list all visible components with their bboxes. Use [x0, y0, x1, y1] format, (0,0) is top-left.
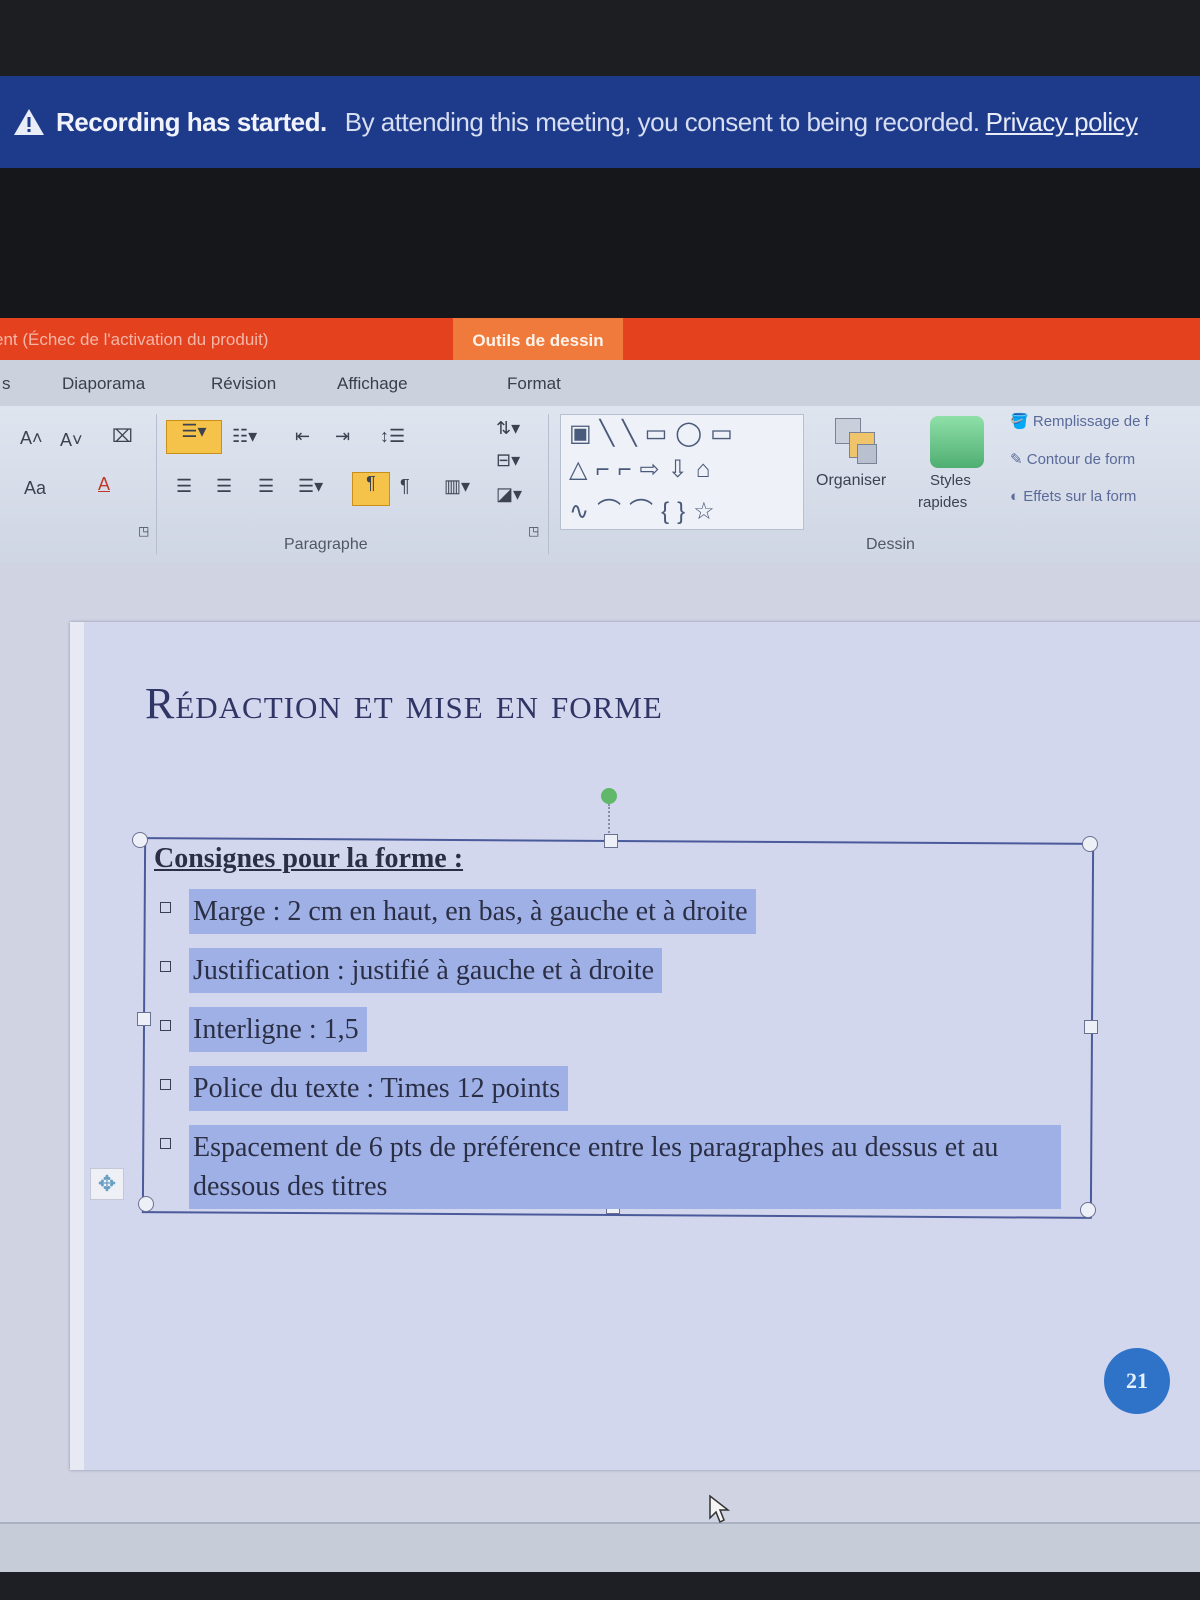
privacy-policy-link[interactable]: Privacy policy — [986, 107, 1138, 138]
align-left-icon[interactable]: ☰ — [176, 476, 192, 497]
shapes-row-arrows-icon[interactable]: △⌐⌐⇨⇩⌂ — [569, 455, 718, 484]
organiser-button[interactable]: Organiser — [816, 472, 886, 490]
notes-splitter[interactable] — [0, 1522, 1200, 1574]
columns-icon[interactable]: ▥▾ — [444, 476, 470, 497]
resize-handle-right[interactable] — [1084, 1020, 1098, 1034]
list-item: Marge : 2 cm en haut, en bas, à gauche e… — [150, 889, 1080, 934]
slide-title[interactable]: Rédaction et mise en forme — [145, 678, 663, 729]
resize-handle-top-right[interactable] — [1082, 836, 1098, 852]
shape-fill-label: Remplissage de f — [1032, 413, 1149, 430]
resize-handle-top-left[interactable] — [132, 832, 148, 848]
quick-styles-icon[interactable] — [930, 416, 984, 468]
numbering-button[interactable]: ☷▾ — [232, 426, 257, 447]
resize-handle-bottom-right[interactable] — [1080, 1202, 1096, 1218]
align-right-icon[interactable]: ☰ — [258, 476, 274, 497]
font-dialog-launcher-icon[interactable]: ◳ — [138, 524, 149, 538]
align-center-icon[interactable]: ☰ — [216, 476, 232, 497]
quick-styles-label-1[interactable]: Styles — [930, 472, 971, 489]
textbox-heading: Consignes pour la forme : — [154, 843, 464, 874]
grow-font-button[interactable]: A˄ — [20, 428, 43, 449]
paint-bucket-icon: 🪣 — [1010, 413, 1033, 430]
square-bullet-icon — [160, 902, 171, 913]
recording-banner: Recording has started. By attending this… — [0, 76, 1200, 168]
screen-bezel-bottom — [0, 1572, 1200, 1600]
effects-icon: ◐ — [1010, 488, 1024, 505]
list-item-text: Interligne : 1,5 — [189, 1007, 367, 1052]
ribbon: A˄ A˅ ⌧ Aa A ◳ ☰▾ ☷▾ ⇤ ⇥ ↕☰ ☰ ☰ ☰ ☰▾ ¶ ¶… — [0, 406, 1200, 564]
move-icon[interactable]: ✥ — [90, 1168, 124, 1200]
drawing-group-label: Dessin — [866, 536, 915, 553]
list-item: Justification : justifié à gauche et à d… — [150, 948, 1080, 993]
drawing-tools-context-tab[interactable]: Outils de dessin — [453, 318, 623, 364]
list-item-text: Justification : justifié à gauche et à d… — [189, 948, 663, 993]
rtl-text-icon[interactable]: ¶ — [400, 476, 410, 497]
tab-affichage[interactable]: Affichage — [337, 374, 408, 394]
list-item-text: Police du texte : Times 12 points — [189, 1066, 569, 1111]
tab-partial[interactable]: s — [2, 374, 11, 394]
text-direction-icon[interactable]: ⇅▾ — [496, 418, 520, 439]
shape-outline-button[interactable]: ✎ Contour de form — [1010, 450, 1135, 468]
tab-revision[interactable]: Révision — [211, 374, 276, 394]
change-case-button[interactable]: Aa — [24, 478, 46, 499]
screen-bezel-area — [0, 168, 1200, 318]
decrease-indent-icon[interactable]: ⇤ — [295, 426, 310, 447]
separator — [548, 414, 549, 554]
banner-message: By attending this meeting, you consent t… — [344, 106, 980, 137]
line-spacing-icon[interactable]: ↕☰ — [380, 426, 405, 447]
warning-icon — [12, 105, 46, 139]
bullets-button[interactable]: ☰▾ — [166, 420, 222, 454]
list-item-text: Marge : 2 cm en haut, en bas, à gauche e… — [189, 889, 756, 934]
banner-title: Recording has started. — [56, 106, 327, 137]
quick-styles-label-2[interactable]: rapides — [918, 494, 967, 511]
ribbon-tabs: s Diaporama Révision Affichage Format — [0, 360, 1200, 406]
tab-diaporama[interactable]: Diaporama — [62, 374, 145, 394]
page-number-badge: 21 — [1104, 1348, 1170, 1414]
activation-status: ent (Échec de l'activation du produit) — [0, 330, 269, 349]
shape-effects-button[interactable]: ◐ Effets sur la form — [1010, 488, 1136, 505]
increase-indent-icon[interactable]: ⇥ — [335, 426, 350, 447]
square-bullet-icon — [160, 1020, 171, 1031]
square-bullet-icon — [160, 1079, 171, 1090]
tab-format[interactable]: Format — [507, 374, 561, 394]
shape-effects-label: Effets sur la form — [1023, 488, 1137, 505]
organiser-icon[interactable] — [835, 418, 881, 464]
square-bullet-icon — [160, 961, 171, 972]
separator — [156, 414, 157, 554]
shapes-row-lines-icon[interactable]: ▣╲╲▭◯▭ — [569, 419, 741, 448]
justify-icon[interactable]: ☰▾ — [298, 476, 323, 497]
smartart-icon[interactable]: ◪▾ — [496, 484, 522, 505]
textbox-content[interactable]: Consignes pour la forme : Marge : 2 cm e… — [150, 843, 1080, 1209]
ltr-text-icon[interactable]: ¶ — [352, 472, 390, 506]
pen-icon: ✎ — [1010, 451, 1027, 468]
square-bullet-icon — [160, 1138, 171, 1149]
resize-handle-left[interactable] — [137, 1012, 151, 1026]
list-item: Police du texte : Times 12 points — [150, 1066, 1080, 1111]
shapes-gallery[interactable]: ▣╲╲▭◯▭ △⌐⌐⇨⇩⌂ ∿⌒⌒{}☆ — [560, 414, 804, 530]
mouse-pointer-icon — [708, 1494, 732, 1529]
paragraph-group-label: Paragraphe — [284, 536, 368, 553]
paragraph-dialog-launcher-icon[interactable]: ◳ — [528, 524, 539, 538]
shape-fill-button[interactable]: 🪣 Remplissage de f — [1010, 412, 1149, 430]
clear-format-icon[interactable]: ⌧ — [112, 426, 133, 447]
list-item: Espacement de 6 pts de préférence entre … — [150, 1125, 1080, 1209]
list-item: Interligne : 1,5 — [150, 1007, 1080, 1052]
shape-outline-label: Contour de form — [1026, 451, 1136, 468]
shrink-font-button[interactable]: A˅ — [60, 430, 83, 451]
list-item-text: Espacement de 6 pts de préférence entre … — [189, 1125, 1061, 1209]
shapes-row-misc-icon[interactable]: ∿⌒⌒{}☆ — [569, 491, 723, 526]
rotate-handle[interactable] — [601, 788, 617, 804]
font-color-button[interactable]: A — [98, 474, 110, 495]
align-text-icon[interactable]: ⊟▾ — [496, 450, 520, 471]
